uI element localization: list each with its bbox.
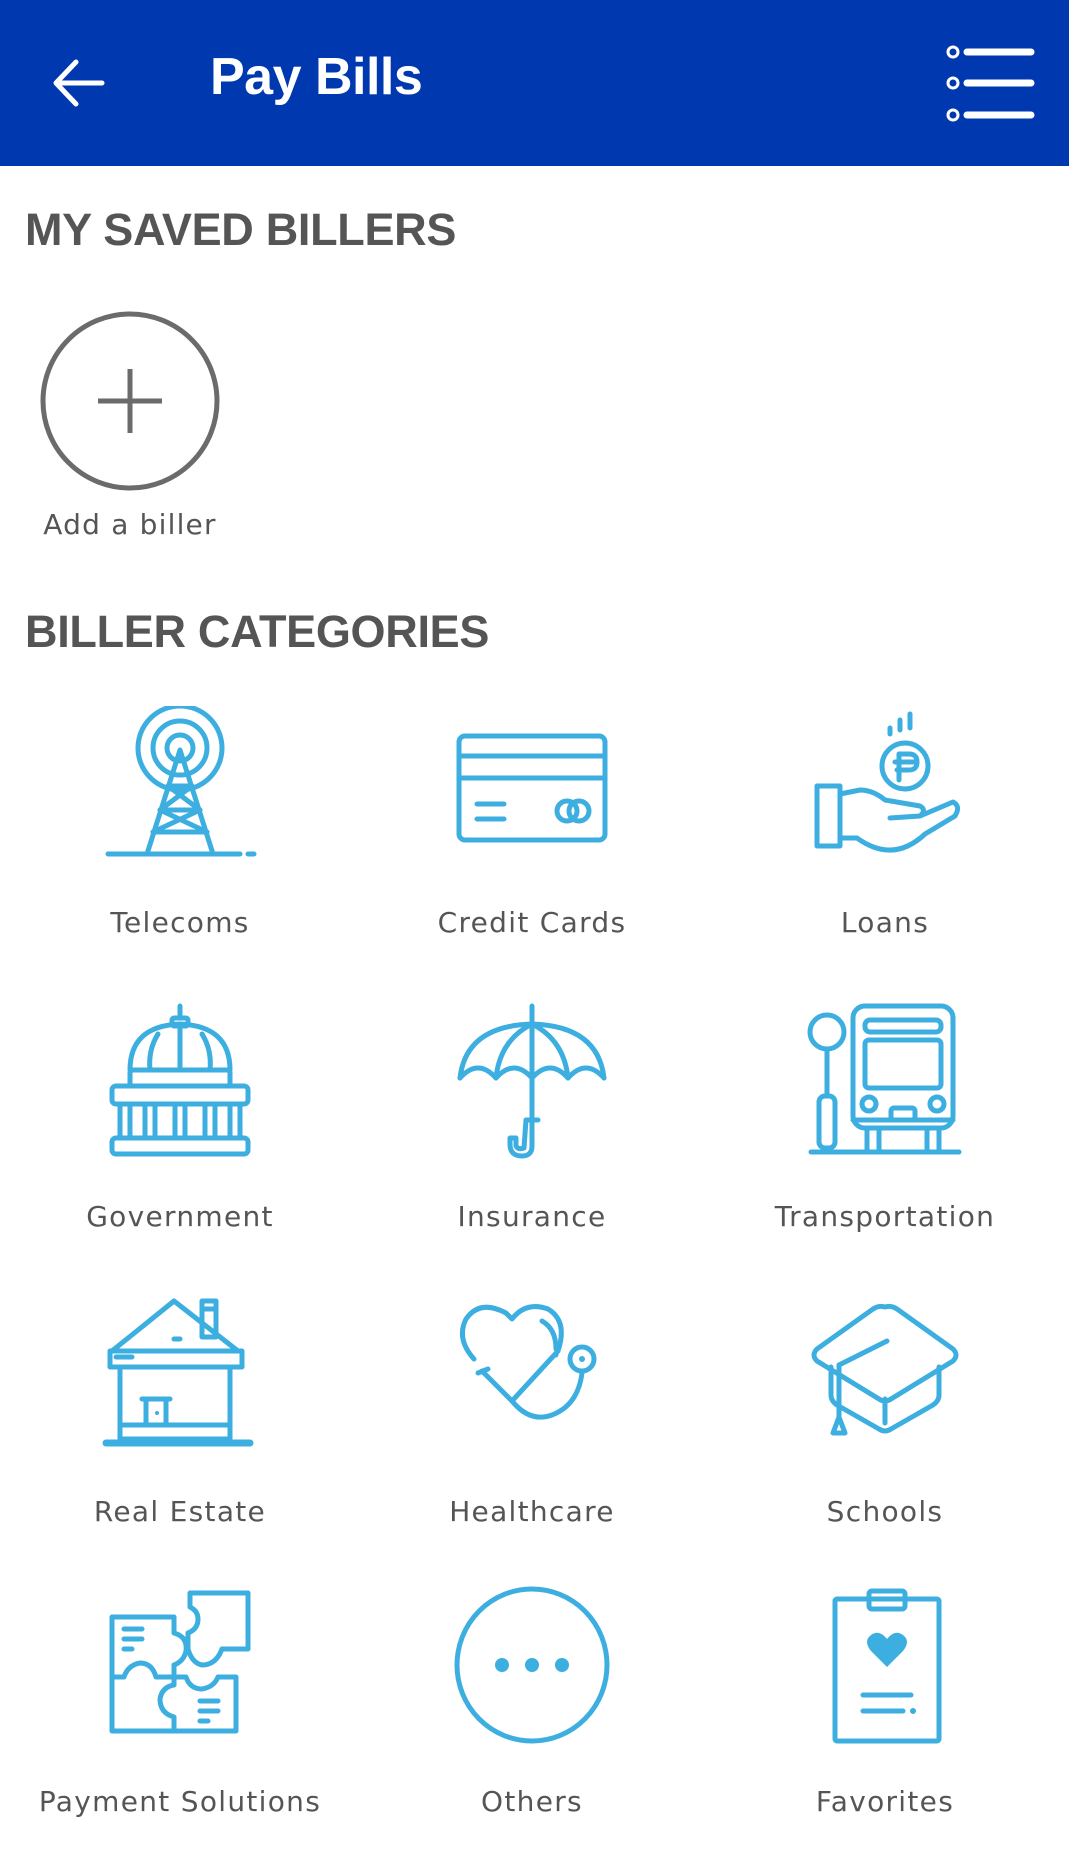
category-label: Real Estate — [93, 1495, 267, 1528]
category-schools[interactable]: Schools — [720, 1295, 1050, 1575]
add-biller-button[interactable]: Add a biller — [30, 305, 230, 545]
category-label: Credit Cards — [437, 906, 627, 939]
umbrella-icon — [457, 1003, 607, 1159]
category-label: Favorites — [815, 1785, 955, 1818]
category-label: Loans — [840, 906, 930, 939]
category-label: Government — [86, 1200, 274, 1233]
credit-card-icon — [456, 733, 608, 843]
category-loans[interactable]: Loans — [720, 706, 1050, 986]
category-government[interactable]: Government — [15, 1000, 345, 1280]
page-title: Pay Bills — [210, 48, 423, 106]
category-payment-solutions[interactable]: Payment Solutions — [15, 1585, 345, 1865]
saved-billers-heading: MY SAVED BILLERS — [25, 204, 457, 255]
menu-button[interactable] — [940, 36, 1040, 132]
house-icon — [102, 1298, 254, 1447]
heart-stethoscope-icon — [459, 1304, 597, 1420]
category-others[interactable]: Others — [367, 1585, 697, 1865]
category-insurance[interactable]: Insurance — [367, 1000, 697, 1280]
back-button[interactable] — [46, 50, 112, 116]
category-label: Healthcare — [449, 1495, 615, 1528]
category-label: Schools — [826, 1495, 944, 1528]
bus-stop-icon — [807, 1003, 962, 1155]
plus-circle-icon — [40, 311, 220, 491]
category-label: Payment Solutions — [38, 1785, 322, 1818]
hand-coin-icon — [814, 711, 961, 853]
category-label: Telecoms — [110, 906, 250, 939]
category-favorites[interactable]: Favorites — [720, 1585, 1050, 1865]
biller-categories-heading: BILLER CATEGORIES — [25, 606, 490, 657]
category-label: Transportation — [774, 1200, 996, 1233]
list-menu-icon — [946, 45, 1035, 122]
category-real-estate[interactable]: Real Estate — [15, 1295, 345, 1575]
category-transportation[interactable]: Transportation — [720, 1000, 1050, 1280]
graduation-cap-icon — [811, 1303, 959, 1436]
clipboard-heart-icon — [832, 1588, 942, 1744]
category-telecoms[interactable]: Telecoms — [15, 706, 345, 986]
more-dots-icon — [454, 1586, 610, 1744]
category-healthcare[interactable]: Healthcare — [367, 1295, 697, 1575]
capitol-building-icon — [109, 1003, 251, 1157]
puzzle-icon — [109, 1590, 251, 1734]
radio-tower-icon — [105, 706, 257, 857]
category-credit-cards[interactable]: Credit Cards — [367, 706, 697, 986]
add-biller-label: Add a biller — [43, 508, 217, 541]
category-label: Insurance — [457, 1200, 607, 1233]
app-header: Pay Bills — [0, 0, 1069, 166]
arrow-left-icon — [53, 59, 105, 107]
category-label: Others — [481, 1785, 583, 1818]
